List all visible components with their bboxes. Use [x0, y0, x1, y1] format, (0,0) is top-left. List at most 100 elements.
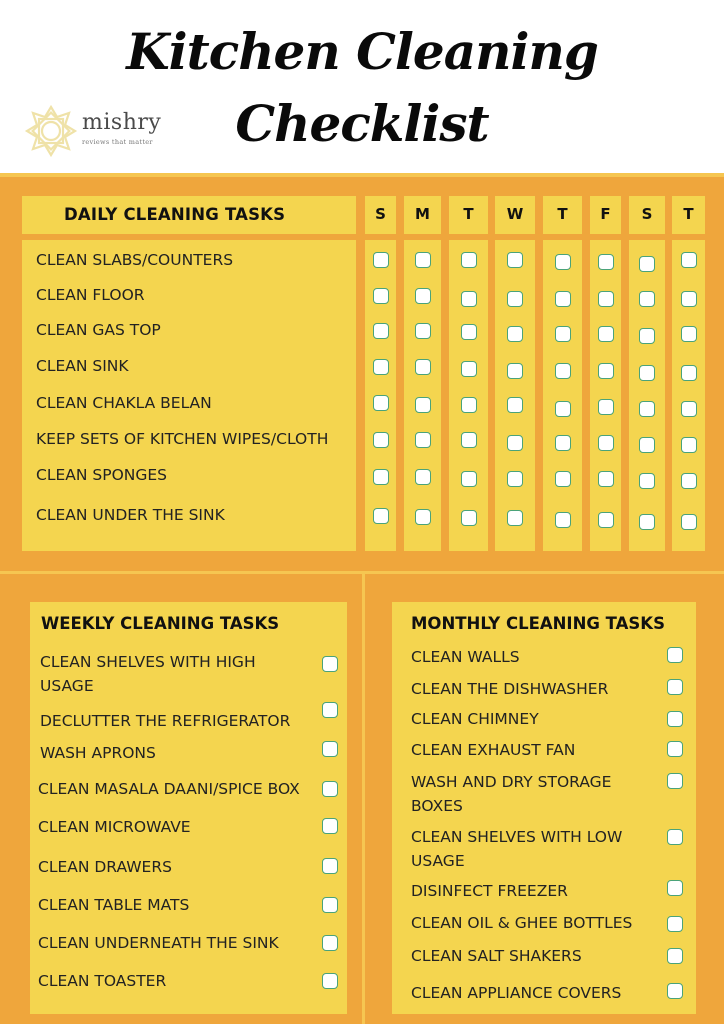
monthly-task-checkbox[interactable]	[667, 983, 683, 999]
day-label: S	[641, 205, 653, 223]
daily-task-checkbox[interactable]	[598, 435, 614, 451]
daily-task-checkbox[interactable]	[507, 326, 523, 342]
daily-task-checkbox[interactable]	[507, 291, 523, 307]
daily-task-checkbox[interactable]	[373, 432, 389, 448]
daily-task-checkbox[interactable]	[461, 324, 477, 340]
daily-task-label: CLEAN SPONGES	[36, 466, 168, 484]
daily-task-checkbox[interactable]	[598, 326, 614, 342]
weekly-task-label: CLEAN MICROWAVE	[38, 818, 191, 836]
daily-task-checkbox[interactable]	[461, 471, 477, 487]
daily-task-label: CLEAN UNDER THE SINK	[36, 506, 225, 524]
daily-task-checkbox[interactable]	[415, 469, 431, 485]
weekly-task-label: CLEAN UNDERNEATH THE SINK	[38, 934, 279, 952]
daily-task-checkbox[interactable]	[555, 291, 571, 307]
monthly-task-checkbox[interactable]	[667, 880, 683, 896]
daily-task-checkbox[interactable]	[598, 254, 614, 270]
daily-task-checkbox[interactable]	[555, 512, 571, 528]
daily-task-checkbox[interactable]	[373, 252, 389, 268]
daily-task-checkbox[interactable]	[507, 510, 523, 526]
monthly-task-checkbox[interactable]	[667, 916, 683, 932]
daily-task-checkbox[interactable]	[555, 363, 571, 379]
daily-task-checkbox[interactable]	[681, 401, 697, 417]
daily-task-checkbox[interactable]	[507, 252, 523, 268]
daily-task-checkbox[interactable]	[681, 473, 697, 489]
daily-task-checkbox[interactable]	[415, 509, 431, 525]
daily-task-checkbox[interactable]	[639, 437, 655, 453]
weekly-task-checkbox[interactable]	[322, 935, 338, 951]
daily-task-checkbox[interactable]	[681, 514, 697, 530]
day-label: S	[375, 205, 386, 223]
daily-task-checkbox[interactable]	[415, 397, 431, 413]
daily-task-checkbox[interactable]	[598, 399, 614, 415]
weekly-task-checkbox[interactable]	[322, 973, 338, 989]
daily-task-checkbox[interactable]	[681, 326, 697, 342]
daily-task-checkbox[interactable]	[415, 252, 431, 268]
daily-task-checkbox[interactable]	[373, 395, 389, 411]
monthly-task-label: CLEAN WALLS	[411, 648, 520, 666]
daily-task-checkbox[interactable]	[373, 469, 389, 485]
daily-task-checkbox[interactable]	[555, 435, 571, 451]
monthly-task-checkbox[interactable]	[667, 711, 683, 727]
weekly-task-checkbox[interactable]	[322, 818, 338, 834]
monthly-task-checkbox[interactable]	[667, 679, 683, 695]
weekly-task-checkbox[interactable]	[322, 656, 338, 672]
daily-task-label: CLEAN CHAKLA BELAN	[36, 394, 212, 412]
monthly-task-checkbox[interactable]	[667, 829, 683, 845]
daily-task-checkbox[interactable]	[373, 288, 389, 304]
daily-task-checkbox[interactable]	[681, 252, 697, 268]
weekly-task-checkbox[interactable]	[322, 781, 338, 797]
daily-task-checkbox[interactable]	[598, 512, 614, 528]
daily-task-label: CLEAN SLABS/COUNTERS	[36, 251, 234, 269]
day-label: F	[600, 205, 611, 223]
day-column	[404, 240, 441, 551]
daily-task-checkbox[interactable]	[461, 361, 477, 377]
daily-task-checkbox[interactable]	[415, 288, 431, 304]
daily-task-checkbox[interactable]	[507, 471, 523, 487]
monthly-task-checkbox[interactable]	[667, 647, 683, 663]
weekly-task-checkbox[interactable]	[322, 858, 338, 874]
day-column-header: W	[495, 196, 535, 234]
weekly-task-checkbox[interactable]	[322, 897, 338, 913]
daily-task-checkbox[interactable]	[639, 473, 655, 489]
daily-task-checkbox[interactable]	[681, 291, 697, 307]
daily-task-checkbox[interactable]	[507, 363, 523, 379]
daily-task-checkbox[interactable]	[461, 397, 477, 413]
daily-task-checkbox[interactable]	[373, 508, 389, 524]
daily-task-checkbox[interactable]	[461, 291, 477, 307]
weekly-task-checkbox[interactable]	[322, 702, 338, 718]
monthly-task-checkbox[interactable]	[667, 773, 683, 789]
daily-task-checkbox[interactable]	[681, 365, 697, 381]
day-column-header: S	[629, 196, 665, 234]
daily-task-checkbox[interactable]	[507, 397, 523, 413]
daily-task-checkbox[interactable]	[373, 359, 389, 375]
weekly-task-checkbox[interactable]	[322, 741, 338, 757]
daily-task-checkbox[interactable]	[598, 363, 614, 379]
daily-task-checkbox[interactable]	[555, 254, 571, 270]
daily-task-checkbox[interactable]	[373, 323, 389, 339]
daily-task-checkbox[interactable]	[681, 437, 697, 453]
daily-task-checkbox[interactable]	[555, 401, 571, 417]
daily-task-checkbox[interactable]	[461, 510, 477, 526]
monthly-task-checkbox[interactable]	[667, 948, 683, 964]
daily-task-label: CLEAN FLOOR	[36, 286, 145, 304]
daily-task-checkbox[interactable]	[639, 291, 655, 307]
daily-task-checkbox[interactable]	[639, 256, 655, 272]
daily-task-checkbox[interactable]	[555, 471, 571, 487]
daily-task-checkbox[interactable]	[507, 435, 523, 451]
daily-task-checkbox[interactable]	[639, 514, 655, 530]
daily-task-checkbox[interactable]	[639, 365, 655, 381]
daily-task-checkbox[interactable]	[639, 401, 655, 417]
daily-task-checkbox[interactable]	[555, 326, 571, 342]
daily-task-checkbox[interactable]	[639, 328, 655, 344]
daily-task-checkbox[interactable]	[415, 359, 431, 375]
monthly-task-label: WASH AND DRY STORAGE BOXES	[411, 773, 612, 815]
day-label: W	[506, 205, 524, 223]
daily-task-checkbox[interactable]	[598, 471, 614, 487]
day-column-header: S	[365, 196, 396, 234]
daily-task-checkbox[interactable]	[415, 432, 431, 448]
daily-task-checkbox[interactable]	[461, 432, 477, 448]
daily-task-checkbox[interactable]	[598, 291, 614, 307]
monthly-task-checkbox[interactable]	[667, 741, 683, 757]
daily-task-checkbox[interactable]	[415, 323, 431, 339]
daily-task-checkbox[interactable]	[461, 252, 477, 268]
